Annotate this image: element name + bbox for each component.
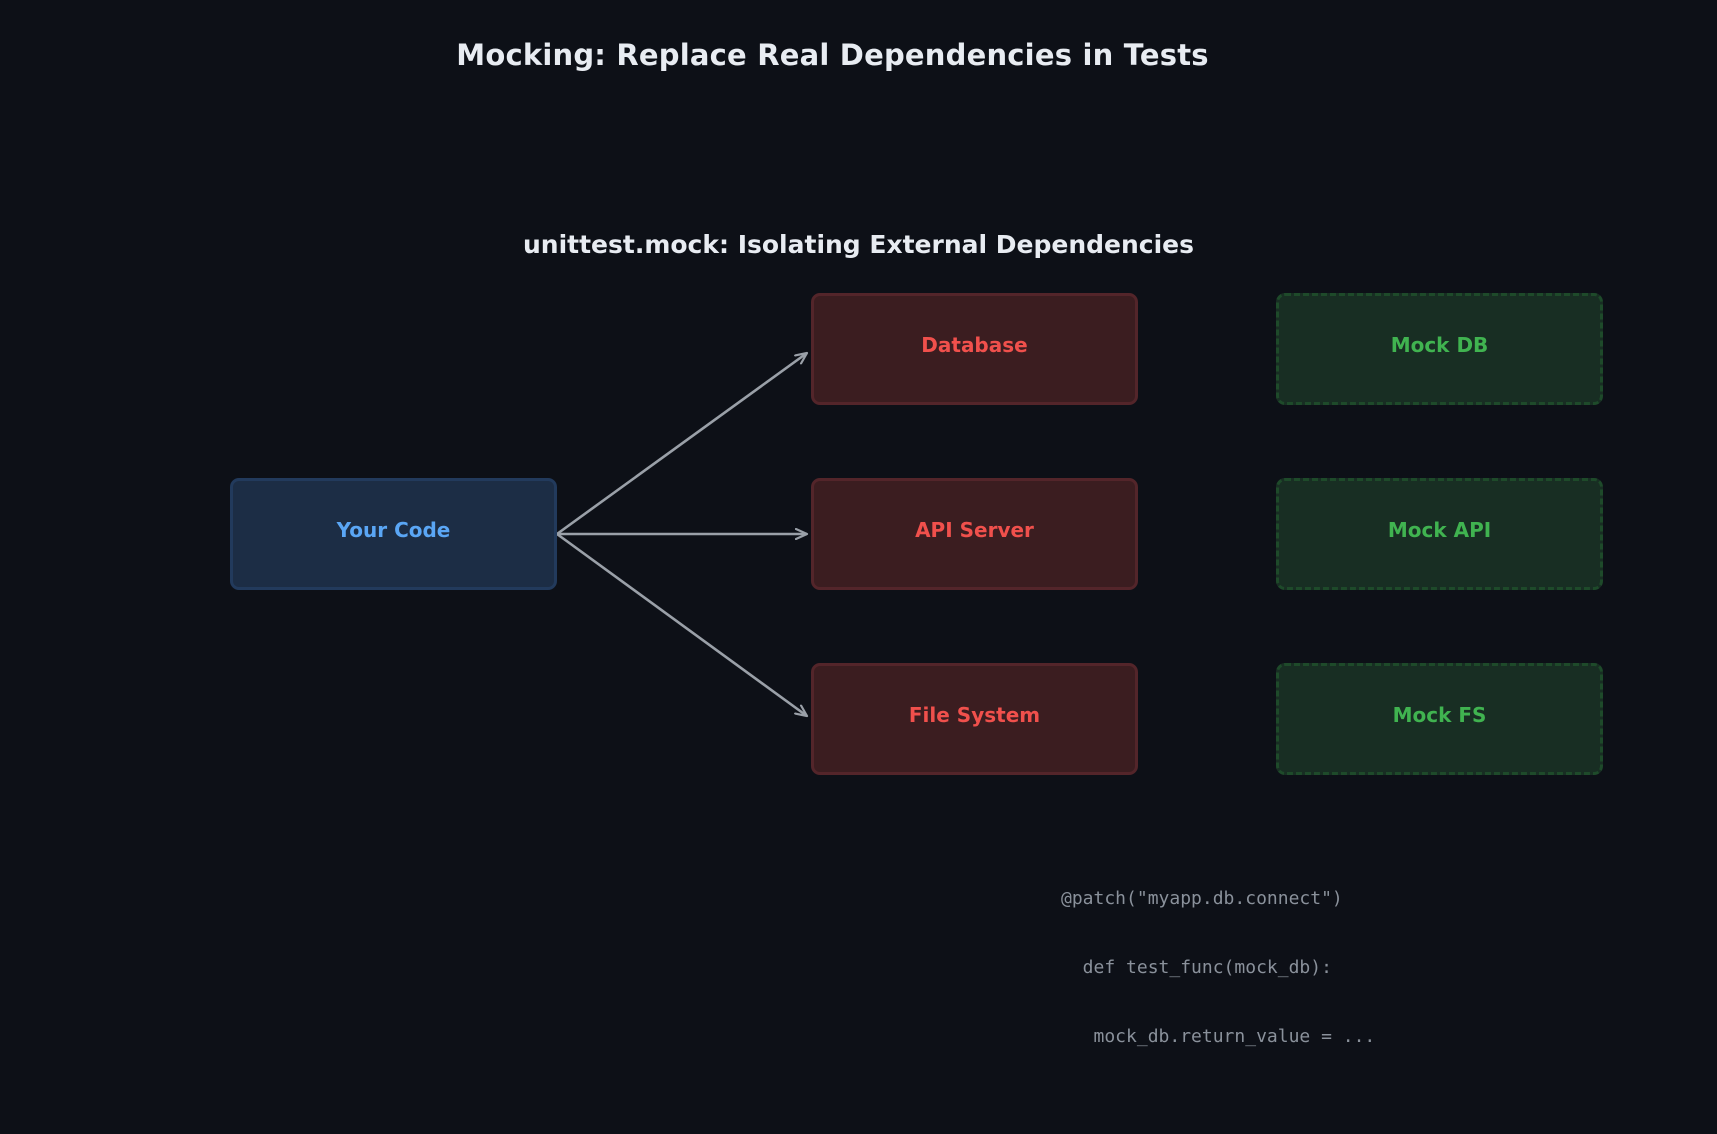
database-label: Database	[921, 333, 1028, 357]
code-line-return-value: mock_db.return_value = ...	[1061, 1026, 1376, 1047]
arrow-to-database	[556, 353, 807, 536]
api-server-label: API Server	[915, 518, 1034, 542]
api-server-box: API Server	[811, 478, 1138, 590]
code-snippet: @patch("myapp.db.connect") def test_func…	[1061, 841, 1375, 1071]
mock-fs-label: Mock FS	[1392, 703, 1487, 727]
code-line-def: def test_func(mock_db):	[1061, 957, 1332, 978]
your-code-label: Your Code	[336, 518, 451, 542]
database-box: Database	[811, 293, 1138, 405]
mock-api-label: Mock API	[1387, 518, 1492, 542]
file-system-box: File System	[811, 663, 1138, 775]
mock-api-box: Mock API	[1276, 478, 1603, 590]
code-line-decorator: @patch("myapp.db.connect")	[1061, 888, 1343, 909]
file-system-label: File System	[908, 703, 1041, 727]
arrow-to-file-system	[556, 532, 807, 716]
mock-db-box: Mock DB	[1276, 293, 1603, 405]
mock-db-label: Mock DB	[1390, 333, 1489, 357]
your-code-box: Your Code	[230, 478, 557, 590]
mock-fs-box: Mock FS	[1276, 663, 1603, 775]
